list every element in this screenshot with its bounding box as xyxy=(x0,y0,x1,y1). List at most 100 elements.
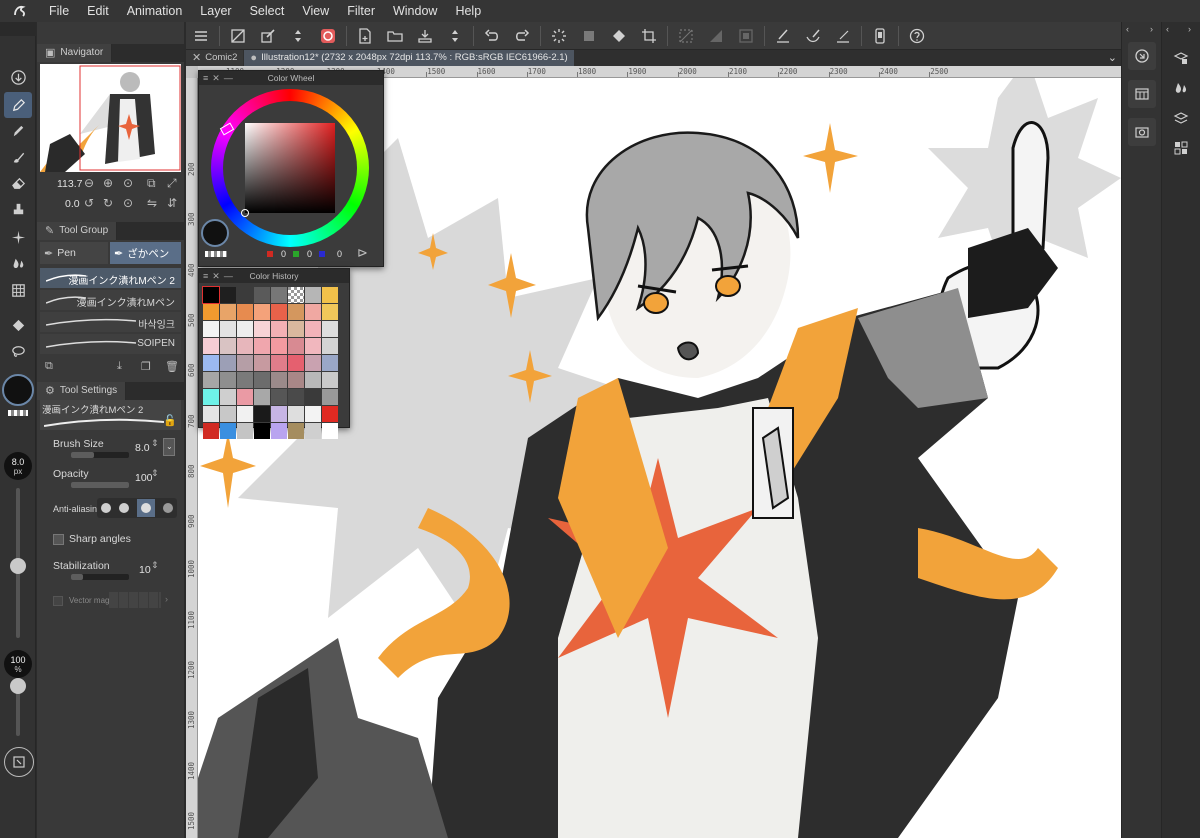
color-history-swatch[interactable] xyxy=(220,304,236,320)
color-history-swatch[interactable] xyxy=(254,389,270,405)
navigator-preview[interactable] xyxy=(40,64,181,172)
brush-item-2[interactable]: 漫画インク潰れMペン xyxy=(40,290,181,310)
save-icon[interactable] xyxy=(410,22,440,50)
color-set-drops-icon[interactable] xyxy=(1167,74,1195,102)
fill-bucket-icon[interactable] xyxy=(4,312,32,338)
color-history-swatch[interactable] xyxy=(220,406,236,422)
color-history-swatch[interactable] xyxy=(237,338,253,354)
antialias-weak-icon[interactable] xyxy=(119,503,129,513)
color-history-swatch[interactable] xyxy=(322,338,338,354)
menu-animation[interactable]: Animation xyxy=(118,0,192,22)
color-history-swatch[interactable] xyxy=(220,372,236,388)
color-history-swatch[interactable] xyxy=(220,355,236,371)
color-history-swatch[interactable] xyxy=(271,287,287,303)
panel-grip-icon[interactable]: ≡ xyxy=(203,73,208,83)
color-history-swatch[interactable] xyxy=(288,406,304,422)
stabilization-stepper-icon[interactable]: ⇕ xyxy=(151,560,159,571)
zoom-reset-icon[interactable]: ⊙ xyxy=(123,176,133,190)
vertical-ruler[interactable]: 200 300 400 500 600 700 800 900 1000 1100 1200 1300… xyxy=(186,78,198,838)
lasso-tool-icon[interactable] xyxy=(4,338,32,364)
move-tool-icon[interactable] xyxy=(4,64,32,90)
actual-size-icon[interactable]: ⤢ xyxy=(167,176,177,191)
opacity-value[interactable]: 100 xyxy=(135,472,153,484)
layer-move-icon[interactable] xyxy=(283,22,313,50)
tabs-dropdown-icon[interactable]: ⌄ xyxy=(1108,51,1117,64)
color-history-swatch[interactable] xyxy=(305,355,321,371)
antialias-none-icon[interactable] xyxy=(101,503,111,513)
minimize-panel-icon[interactable]: — xyxy=(224,271,233,281)
color-history-swatch[interactable] xyxy=(203,355,219,371)
brush-size-pressure-toggle[interactable]: ⌄ xyxy=(163,438,175,456)
brush-smooth-icon[interactable] xyxy=(798,22,828,50)
material-panel-icon[interactable] xyxy=(1128,118,1156,146)
invert-selection-icon[interactable] xyxy=(701,22,731,50)
color-history-swatch[interactable] xyxy=(322,355,338,371)
color-history-swatch[interactable] xyxy=(237,304,253,320)
opacity-slider-track[interactable] xyxy=(71,482,129,488)
color-history-swatch[interactable] xyxy=(203,321,219,337)
color-history-swatch[interactable] xyxy=(254,423,270,439)
color-history-swatch[interactable] xyxy=(305,321,321,337)
color-history-swatch[interactable] xyxy=(220,423,236,439)
menu-window[interactable]: Window xyxy=(384,0,446,22)
color-history-swatch[interactable] xyxy=(288,287,304,303)
color-history-titlebar[interactable]: ≡ ✕ — Color History xyxy=(199,269,349,283)
color-history-swatch[interactable] xyxy=(305,338,321,354)
rotate-left-icon[interactable]: ↺ xyxy=(84,196,94,210)
menu-filter[interactable]: Filter xyxy=(338,0,384,22)
color-history-swatch[interactable] xyxy=(288,423,304,439)
search-panel-icon[interactable] xyxy=(1128,42,1156,70)
sparkle-tool-icon[interactable] xyxy=(4,224,32,250)
antialias-selector[interactable] xyxy=(97,498,177,518)
open-file-icon[interactable] xyxy=(380,22,410,50)
smartphone-icon[interactable] xyxy=(865,22,895,50)
correct-line-icon[interactable] xyxy=(768,22,798,50)
duplicate-brush-icon[interactable]: ❐ xyxy=(141,360,151,373)
color-history-swatch[interactable] xyxy=(322,423,338,439)
toolbar-stepper-icon[interactable] xyxy=(440,22,470,50)
layer-property-icon[interactable] xyxy=(1167,44,1195,72)
color-history-swatch[interactable] xyxy=(203,372,219,388)
antialias-medium-icon[interactable] xyxy=(137,499,155,517)
color-history-swatch[interactable] xyxy=(305,423,321,439)
color-history-swatch[interactable] xyxy=(203,338,219,354)
flip-horizontal-icon[interactable]: ⇋ xyxy=(147,196,157,210)
color-history-swatch[interactable] xyxy=(305,372,321,388)
opacity-stepper-icon[interactable]: ⇕ xyxy=(151,468,159,479)
color-history-swatch[interactable] xyxy=(254,355,270,371)
doc-tab-illustration12[interactable]: ● Illustration12* (2732 x 2048px 72dpi 11… xyxy=(244,50,574,66)
color-history-swatch[interactable] xyxy=(203,406,219,422)
sub-tool-settings-icon[interactable]: ⧉ xyxy=(45,360,53,373)
expand-settings-icon[interactable]: › xyxy=(165,594,168,604)
color-history-swatch[interactable] xyxy=(254,321,270,337)
color-history-swatch[interactable] xyxy=(237,355,253,371)
color-history-swatch[interactable] xyxy=(254,287,270,303)
stamp-tool-icon[interactable] xyxy=(4,196,32,222)
color-history-swatch[interactable] xyxy=(254,406,270,422)
tool-group-tab[interactable]: ✎ Tool Group xyxy=(37,222,118,240)
selection-icon[interactable] xyxy=(574,22,604,50)
brush-item-1[interactable]: 漫画インク潰れMペン 2 xyxy=(40,268,181,288)
hue-ring[interactable] xyxy=(211,89,369,247)
collapse-dock-icon[interactable]: ‹ xyxy=(1166,24,1169,34)
expand-dock-icon[interactable]: › xyxy=(1150,24,1153,34)
app-logo-icon[interactable] xyxy=(0,0,40,22)
color-history-swatch[interactable] xyxy=(322,304,338,320)
pen-tool-icon[interactable] xyxy=(4,92,32,118)
stabilization-slider-track[interactable] xyxy=(71,574,129,580)
color-mode-toggle-icon[interactable]: ⊳ xyxy=(357,245,368,261)
color-history-swatch[interactable] xyxy=(305,406,321,422)
brush-size-value[interactable]: 8.0 xyxy=(135,442,150,454)
navigator-tab[interactable]: ▣ Navigator xyxy=(37,44,113,62)
tool-settings-tab[interactable]: ⚙ Tool Settings xyxy=(37,382,127,400)
brush-tool-icon[interactable] xyxy=(4,144,32,170)
color-history-swatch[interactable] xyxy=(322,389,338,405)
redo-icon[interactable] xyxy=(507,22,537,50)
color-history-swatch[interactable] xyxy=(271,355,287,371)
brush-size-slider-track[interactable] xyxy=(71,452,129,458)
color-history-swatch[interactable] xyxy=(305,304,321,320)
menu-layer[interactable]: Layer xyxy=(191,0,240,22)
color-history-swatch[interactable] xyxy=(254,338,270,354)
eraser-tool-icon[interactable] xyxy=(4,170,32,196)
stabilization-value[interactable]: 10 xyxy=(139,564,151,576)
